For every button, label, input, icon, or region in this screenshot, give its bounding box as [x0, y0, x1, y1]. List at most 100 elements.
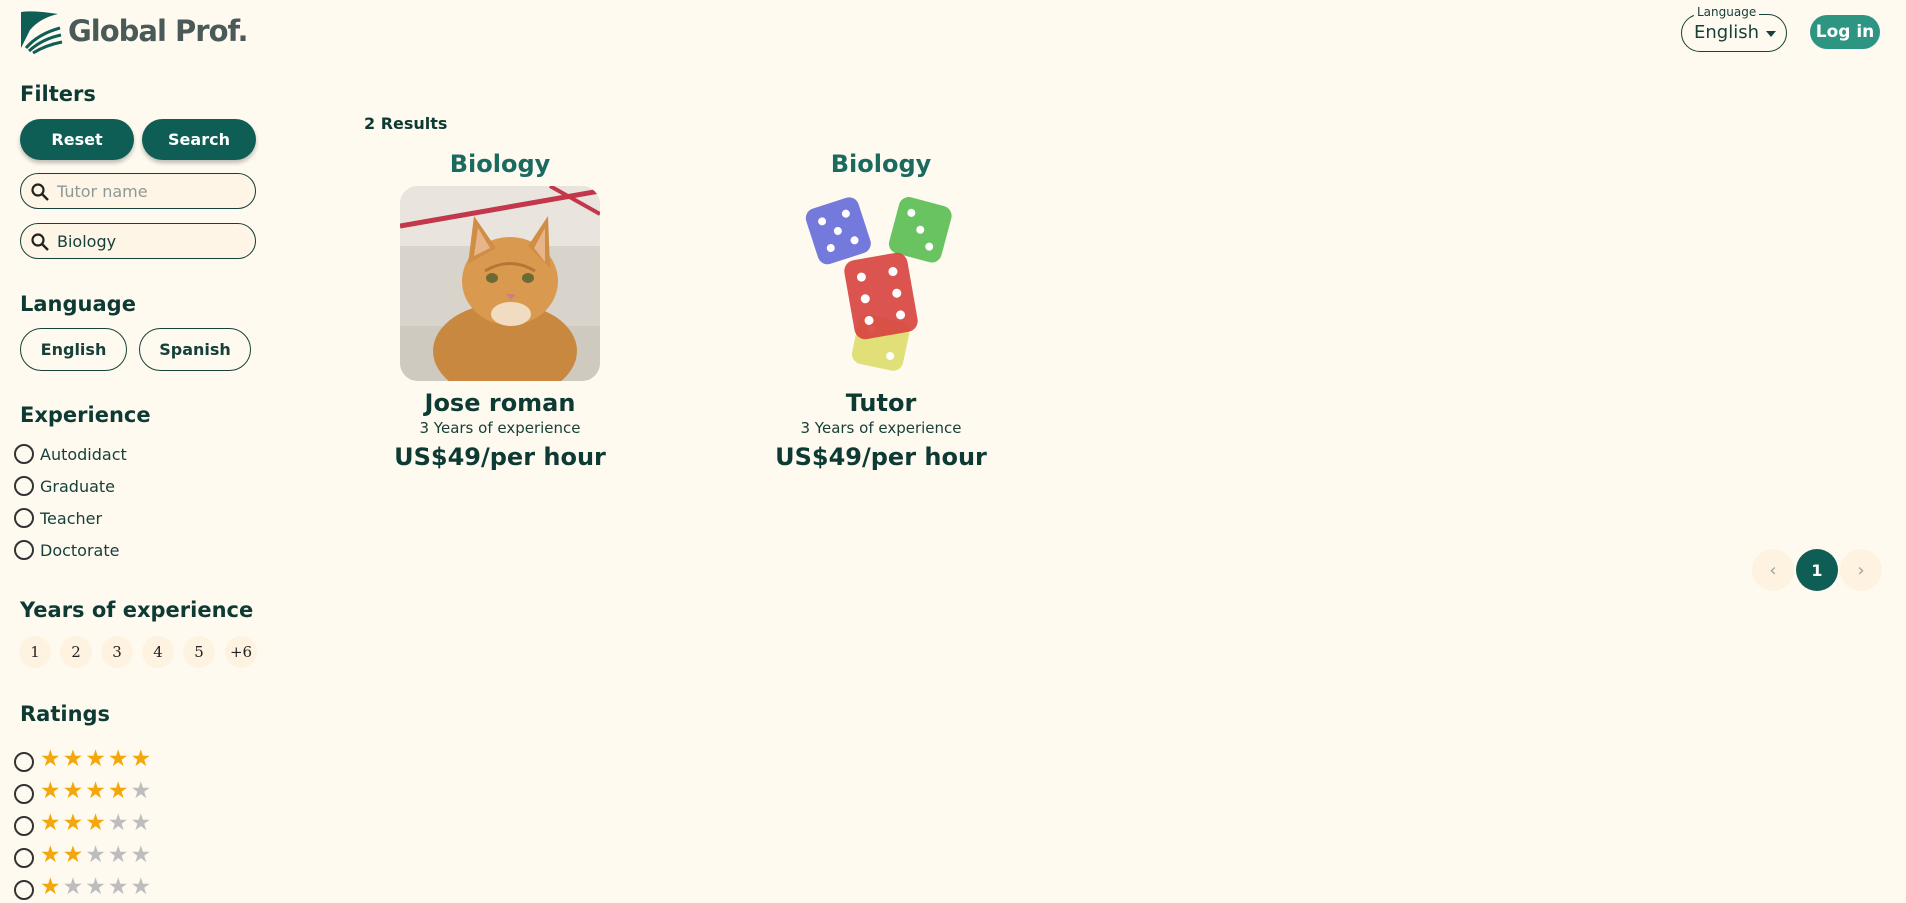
- tutor-name[interactable]: Tutor: [761, 389, 1001, 417]
- star-icon: ★: [62, 745, 84, 772]
- star-icon: ★: [62, 873, 84, 900]
- search-icon: [31, 183, 49, 201]
- star-icon: ★: [40, 809, 61, 836]
- rating-stars: ★ ★ ★ ★ ★: [40, 841, 152, 868]
- dice-photo-icon: [781, 186, 981, 381]
- experience-label: Autodidact: [40, 444, 127, 464]
- caret-down-icon: [1766, 31, 1776, 37]
- results-count: 2 Results: [364, 114, 448, 133]
- language-select-value: English: [1694, 22, 1759, 43]
- experience-label: Teacher: [40, 508, 103, 528]
- experience-label: Graduate: [40, 476, 115, 496]
- star-icon: ★: [40, 873, 61, 900]
- chevron-right-icon[interactable]: ›: [1840, 549, 1882, 591]
- star-icon: ★: [107, 809, 129, 836]
- tutor-card[interactable]: Biology Tutor 3 Years of experience US$4…: [761, 150, 1001, 471]
- star-icon: ★: [130, 777, 152, 804]
- tutor-name-input[interactable]: [57, 178, 247, 204]
- radio-button[interactable]: [14, 848, 34, 868]
- rating-stars: ★ ★ ★ ★ ★: [40, 873, 152, 900]
- radio-button[interactable]: [14, 880, 34, 900]
- star-icon: ★: [62, 809, 84, 836]
- language-spanish-button[interactable]: Spanish: [139, 328, 251, 371]
- radio-button[interactable]: [14, 476, 34, 496]
- years-chip-2[interactable]: 2: [60, 636, 92, 668]
- logo[interactable]: Global Prof.: [18, 8, 249, 54]
- star-icon: ★: [85, 777, 106, 804]
- search-button[interactable]: Search: [142, 119, 256, 160]
- star-icon: ★: [40, 777, 61, 804]
- tutor-experience: 3 Years of experience: [419, 419, 581, 437]
- rating-stars: ★ ★ ★ ★ ★: [40, 809, 152, 836]
- radio-button[interactable]: [14, 444, 34, 464]
- tutor-photo-dice[interactable]: [781, 186, 981, 381]
- rating-stars: ★ ★ ★ ★ ★: [40, 745, 152, 772]
- star-icon: ★: [130, 841, 152, 868]
- star-icon: ★: [40, 745, 61, 772]
- radio-button[interactable]: [14, 752, 34, 772]
- radio-button[interactable]: [14, 816, 34, 836]
- years-chip-3[interactable]: 3: [101, 636, 133, 668]
- years-chip-5[interactable]: 5: [183, 636, 215, 668]
- rating-option-3[interactable]: ★ ★ ★ ★ ★: [14, 810, 151, 836]
- star-icon: ★: [107, 777, 129, 804]
- filters-title: Filters: [20, 82, 96, 106]
- tutor-photo-cat[interactable]: [400, 186, 600, 381]
- experience-title: Experience: [20, 403, 151, 427]
- ratings-title: Ratings: [20, 702, 111, 726]
- tutor-price: US$49/per hour: [775, 443, 987, 471]
- card-subject: Biology: [830, 150, 932, 178]
- rating-option-4[interactable]: ★ ★ ★ ★ ★: [14, 778, 151, 804]
- star-icon: ★: [85, 809, 106, 836]
- tutor-name-field[interactable]: [20, 173, 256, 209]
- years-chip-6-plus[interactable]: +6: [225, 636, 257, 668]
- star-icon: ★: [85, 745, 106, 772]
- star-icon: ★: [85, 841, 106, 868]
- years-chip-1[interactable]: 1: [19, 636, 51, 668]
- reset-button[interactable]: Reset: [20, 119, 134, 160]
- tutor-card[interactable]: Biology Jose roman 3 Years of experience…: [380, 150, 620, 471]
- star-icon: ★: [130, 809, 152, 836]
- rating-option-1[interactable]: ★ ★ ★ ★ ★: [14, 874, 151, 900]
- language-select-legend: Language: [1694, 5, 1760, 19]
- star-icon: ★: [107, 841, 129, 868]
- page-button-1[interactable]: 1: [1796, 549, 1838, 591]
- tutor-price: US$49/per hour: [394, 443, 606, 471]
- years-of-experience-title: Years of experience: [20, 598, 254, 622]
- years-chip-4[interactable]: 4: [142, 636, 174, 668]
- star-icon: ★: [130, 745, 152, 772]
- logo-icon: [21, 11, 63, 54]
- logo-text: Global Prof.: [68, 14, 249, 48]
- subject-input[interactable]: [57, 228, 247, 254]
- radio-button[interactable]: [14, 540, 34, 560]
- language-select[interactable]: Language English: [1681, 5, 1787, 52]
- search-icon: [31, 233, 49, 251]
- login-button[interactable]: Log in: [1810, 15, 1880, 49]
- card-subject: Biology: [449, 150, 551, 178]
- rating-stars: ★ ★ ★ ★ ★: [40, 777, 152, 804]
- experience-option-teacher[interactable]: Teacher: [14, 508, 102, 528]
- rating-option-5[interactable]: ★ ★ ★ ★ ★: [14, 746, 151, 772]
- star-icon: ★: [107, 745, 129, 772]
- star-icon: ★: [130, 873, 152, 900]
- star-icon: ★: [62, 841, 84, 868]
- radio-button[interactable]: [14, 508, 34, 528]
- subject-field[interactable]: [20, 223, 256, 259]
- star-icon: ★: [85, 873, 106, 900]
- experience-option-graduate[interactable]: Graduate: [14, 476, 115, 496]
- language-english-button[interactable]: English: [20, 328, 127, 371]
- experience-label: Doctorate: [40, 540, 120, 560]
- star-icon: ★: [107, 873, 129, 900]
- rating-option-2[interactable]: ★ ★ ★ ★ ★: [14, 842, 151, 868]
- tutor-name[interactable]: Jose roman: [380, 389, 620, 417]
- chevron-left-icon[interactable]: ‹: [1752, 549, 1794, 591]
- experience-option-autodidact[interactable]: Autodidact: [14, 444, 127, 464]
- radio-button[interactable]: [14, 784, 34, 804]
- star-icon: ★: [40, 841, 61, 868]
- star-icon: ★: [62, 777, 84, 804]
- tutor-experience: 3 Years of experience: [800, 419, 962, 437]
- experience-option-doctorate[interactable]: Doctorate: [14, 540, 119, 560]
- cat-photo-icon: [400, 186, 600, 381]
- pagination: ‹ 1 ›: [1752, 549, 1882, 591]
- language-title: Language: [20, 292, 136, 316]
